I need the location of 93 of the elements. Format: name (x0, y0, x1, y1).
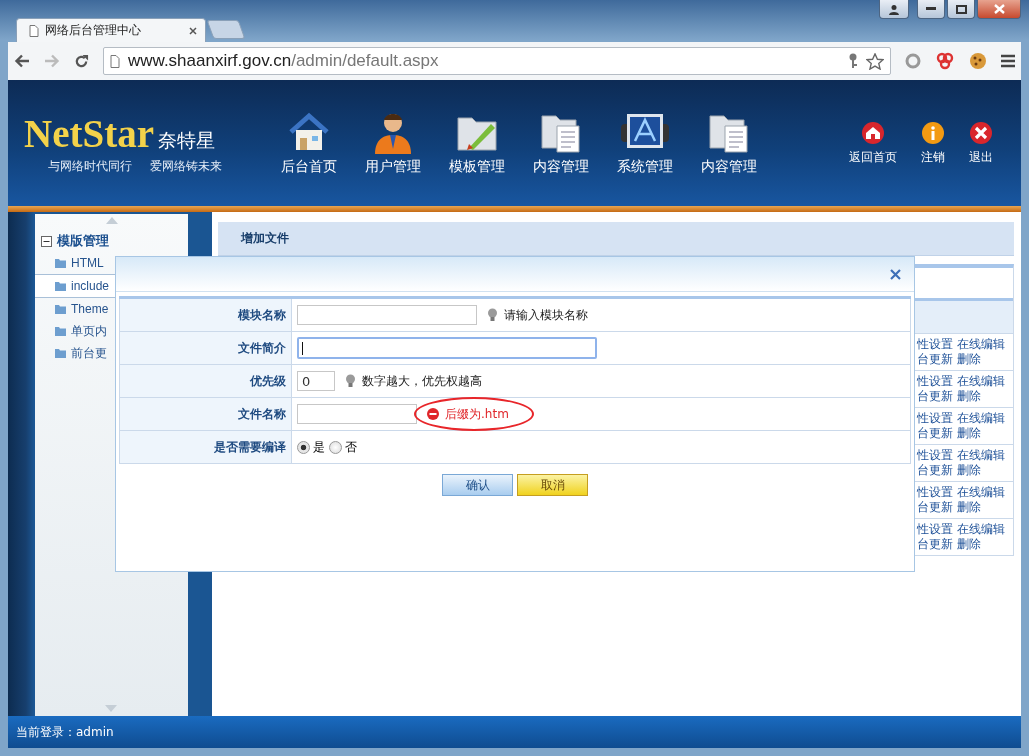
folder-icon (55, 258, 66, 268)
menu-icon[interactable] (1001, 54, 1015, 68)
form-label: 是否需要编译 (120, 431, 292, 463)
slogan-text: 与网络时代同行 (48, 158, 132, 175)
action-link[interactable]: 性设置 (917, 522, 953, 536)
hint-text: 数字越大，优先权越高 (362, 372, 482, 390)
text-cursor (302, 342, 303, 355)
circle-icon[interactable] (905, 53, 921, 69)
close-icon[interactable] (969, 120, 993, 145)
error-text: 后缀为.htm (445, 405, 509, 423)
folder-icon (55, 348, 66, 358)
action-link[interactable]: 性设置 (917, 411, 953, 425)
radio-label[interactable]: 否 (345, 438, 357, 456)
input-field[interactable] (297, 305, 477, 325)
action-link[interactable]: 删除 (957, 500, 981, 514)
rings-icon[interactable] (935, 52, 955, 70)
input-field[interactable]: 0 (297, 371, 335, 391)
person-icon (888, 3, 900, 15)
slogan-text: 爱网络铸未来 (150, 158, 222, 175)
input-field[interactable] (297, 404, 417, 424)
radio-label[interactable]: 是 (313, 438, 325, 456)
page-icon (110, 54, 120, 68)
form-label: 模块名称 (120, 299, 292, 331)
user-button[interactable] (879, 0, 909, 19)
hint-text: 请输入模块名称 (504, 306, 588, 324)
nav-link[interactable]: 后台首页 (281, 158, 337, 176)
header-link[interactable]: 退出 (969, 148, 993, 166)
error-icon (427, 408, 439, 420)
close-window-button[interactable] (977, 0, 1021, 19)
action-link[interactable]: 在线编辑 (957, 374, 1005, 388)
nav-link[interactable]: 模板管理 (449, 158, 505, 176)
tree-group-label[interactable]: 模版管理 (57, 232, 109, 250)
radio-button[interactable] (297, 440, 310, 454)
action-link[interactable]: 在线编辑 (957, 522, 1005, 536)
action-link[interactable]: 删除 (957, 352, 981, 366)
action-link[interactable]: 在线编辑 (957, 485, 1005, 499)
action-link[interactable]: 删除 (957, 463, 981, 477)
action-link[interactable]: 台更新 (917, 463, 953, 477)
action-link[interactable]: 在线编辑 (957, 448, 1005, 462)
nav-link[interactable]: 系统管理 (617, 158, 673, 176)
form-label: 优先级 (120, 365, 292, 397)
key-icon[interactable] (848, 53, 858, 69)
input-field[interactable] (297, 337, 597, 359)
bulb-icon (487, 308, 498, 322)
maximize-button[interactable] (947, 0, 975, 19)
action-link[interactable]: 在线编辑 (957, 411, 1005, 425)
minimize-icon (926, 7, 936, 11)
tree-item[interactable]: HTML (35, 252, 188, 274)
action-link[interactable]: 在线编辑 (957, 337, 1005, 351)
collapse-icon[interactable] (41, 235, 52, 247)
form-label: 文件简介 (120, 332, 292, 364)
folder-icon (55, 281, 66, 291)
action-link[interactable]: 台更新 (917, 426, 953, 440)
action-link[interactable]: 删除 (957, 426, 981, 440)
action-link[interactable]: 性设置 (917, 337, 953, 351)
action-link[interactable]: 台更新 (917, 389, 953, 403)
header-link[interactable]: 返回首页 (849, 148, 897, 166)
minimize-button[interactable] (917, 0, 945, 19)
logo-subtitle: 奈特星 (157, 128, 215, 153)
panel-title: 增加文件 (241, 230, 289, 247)
confirm-button[interactable]: 确认 (442, 474, 513, 496)
folder-icon (55, 326, 66, 336)
action-link[interactable]: 性设置 (917, 374, 953, 388)
nav-link[interactable]: 内容管理 (533, 158, 589, 176)
reload-icon[interactable] (74, 53, 89, 69)
maximize-icon (955, 4, 967, 14)
action-link[interactable]: 删除 (957, 389, 981, 403)
action-link[interactable]: 台更新 (917, 500, 953, 514)
home-icon[interactable] (861, 120, 885, 145)
radio-button[interactable] (329, 440, 342, 454)
action-link[interactable]: 台更新 (917, 537, 953, 551)
back-icon[interactable] (14, 54, 30, 68)
form-label: 文件名称 (120, 398, 292, 430)
cookie-icon[interactable] (969, 52, 987, 70)
action-link[interactable]: 性设置 (917, 485, 953, 499)
nav-link[interactable]: 用户管理 (365, 158, 421, 176)
close-icon (993, 4, 1005, 14)
login-status: 当前登录：admin (16, 723, 114, 741)
star-icon[interactable] (866, 52, 884, 70)
cancel-button[interactable]: 取消 (517, 474, 588, 496)
nav-link[interactable]: 内容管理 (701, 158, 757, 176)
page-icon (29, 24, 39, 37)
action-link[interactable]: 台更新 (917, 352, 953, 366)
action-link[interactable]: 性设置 (917, 448, 953, 462)
header-link[interactable]: 注销 (921, 148, 945, 166)
logo-text: NetStar (24, 111, 154, 156)
folder-icon (55, 304, 66, 314)
info-icon[interactable] (921, 120, 945, 145)
bulb-icon (345, 374, 356, 388)
address-bar[interactable]: www.shaanxirf.gov.cn/admin/default.aspx (103, 47, 891, 75)
browser-tab[interactable]: 网络后台管理中心 (16, 18, 206, 42)
action-link[interactable]: 删除 (957, 537, 981, 551)
close-tab-icon[interactable] (189, 26, 197, 35)
